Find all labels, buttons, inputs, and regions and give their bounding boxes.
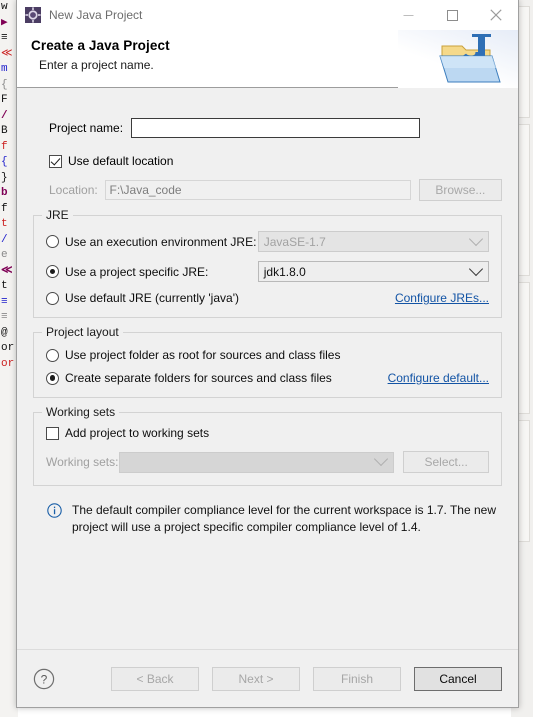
layout-project-folder-label: Use project folder as root for sources a… — [65, 348, 341, 362]
dialog-header: Create a Java Project Enter a project na… — [17, 30, 518, 88]
jre-group-title: JRE — [42, 208, 73, 222]
dialog-footer: ? < Back Next > Finish Cancel — [17, 649, 518, 707]
jre-exec-env-radio[interactable] — [46, 235, 59, 248]
cancel-button[interactable]: Cancel — [414, 666, 502, 691]
jre-exec-env-combo[interactable]: JavaSE-1.7 — [257, 231, 489, 252]
working-sets-group-title: Working sets — [42, 405, 120, 419]
project-name-input[interactable] — [131, 118, 421, 138]
location-label: Location: — [49, 183, 98, 197]
layout-separate-folders-label: Create separate folders for sources and … — [65, 371, 332, 385]
working-sets-row: Working sets: Select... — [46, 451, 489, 473]
finish-button[interactable]: Finish — [313, 666, 401, 691]
jre-project-specific-label: Use a project specific JRE: — [65, 264, 209, 279]
java-project-folder-icon — [434, 30, 508, 88]
back-button[interactable]: < Back — [111, 666, 199, 691]
jre-project-specific-combo-value: jdk1.8.0 — [263, 264, 306, 279]
jre-option-default[interactable]: Use default JRE (currently 'java') Confi… — [46, 291, 489, 305]
add-to-working-sets-row[interactable]: Add project to working sets — [46, 426, 489, 440]
layout-separate-folders-radio[interactable] — [46, 371, 59, 385]
layout-option-separate-folders[interactable]: Create separate folders for sources and … — [46, 371, 489, 385]
minimize-icon[interactable] — [386, 1, 430, 30]
jre-project-specific-radio[interactable] — [46, 265, 59, 278]
maximize-icon[interactable] — [430, 1, 474, 30]
next-button[interactable]: Next > — [212, 666, 300, 691]
chevron-down-icon — [468, 231, 484, 246]
location-input[interactable]: F:\Java_code — [104, 180, 411, 200]
configure-default-link[interactable]: Configure default... — [388, 371, 489, 385]
chevron-down-icon — [468, 261, 484, 276]
use-default-location-row[interactable]: Use default location — [49, 154, 502, 168]
project-name-label: Project name: — [49, 121, 124, 135]
svg-text:?: ? — [41, 672, 48, 686]
project-name-row: Project name: — [49, 118, 502, 138]
project-layout-group: Project layout Use project folder as roo… — [33, 325, 502, 398]
layout-option-project-folder[interactable]: Use project folder as root for sources a… — [46, 348, 489, 362]
browse-button[interactable]: Browse... — [418, 179, 502, 201]
close-icon[interactable] — [474, 1, 518, 30]
chevron-down-icon — [374, 451, 389, 467]
info-message: The default compiler compliance level fo… — [47, 502, 498, 536]
layout-project-folder-radio[interactable] — [46, 348, 59, 362]
help-button[interactable]: ? — [33, 668, 55, 690]
dialog-body: Project name: Use default location Locat… — [17, 88, 518, 649]
java-project-icon — [25, 7, 41, 23]
window-title: New Java Project — [49, 8, 143, 22]
jre-project-specific-combo[interactable]: jdk1.8.0 — [257, 261, 489, 282]
title-bar[interactable]: New Java Project — [17, 0, 518, 30]
add-to-working-sets-label: Add project to working sets — [65, 426, 210, 440]
jre-default-label: Use default JRE (currently 'java') — [65, 291, 239, 305]
project-layout-group-title: Project layout — [42, 325, 123, 339]
jre-option-project-specific[interactable]: Use a project specific JRE: jdk1.8.0 — [46, 261, 489, 282]
info-icon — [47, 503, 62, 518]
configure-jres-link[interactable]: Configure JREs... — [395, 291, 489, 305]
working-sets-group: Working sets Add project to working sets… — [33, 405, 502, 486]
jre-group: JRE Use an execution environment JRE: Ja… — [33, 208, 502, 318]
new-java-project-dialog: New Java Project Create a Java Project E… — [16, 0, 519, 708]
location-row: Location: F:\Java_code Browse... — [49, 179, 502, 201]
add-to-working-sets-checkbox[interactable] — [46, 426, 59, 440]
working-sets-combo[interactable] — [118, 451, 395, 473]
info-message-text: The default compiler compliance level fo… — [72, 503, 496, 534]
working-sets-combo-label: Working sets: — [46, 455, 119, 469]
working-sets-select-button[interactable]: Select... — [403, 451, 489, 473]
use-default-location-checkbox[interactable] — [49, 154, 62, 168]
jre-default-radio[interactable] — [46, 291, 59, 305]
jre-exec-env-label: Use an execution environment JRE: — [65, 234, 257, 249]
use-default-location-label: Use default location — [68, 154, 174, 168]
jre-exec-env-combo-value: JavaSE-1.7 — [263, 234, 326, 249]
jre-option-execution-environment[interactable]: Use an execution environment JRE: JavaSE… — [46, 231, 489, 252]
